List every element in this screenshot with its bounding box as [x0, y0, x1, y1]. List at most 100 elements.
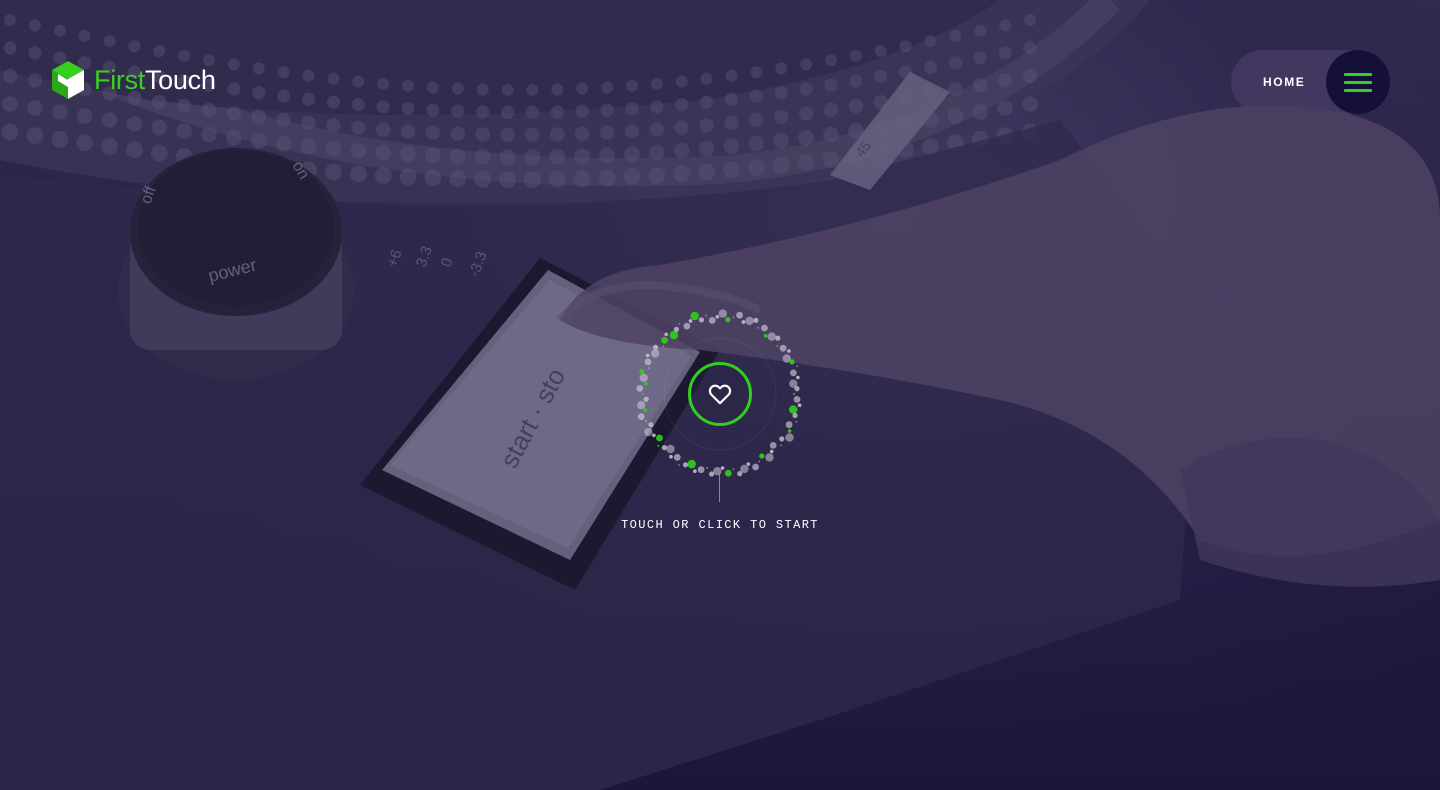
ring-particle	[690, 311, 699, 321]
ring-particle	[787, 349, 791, 353]
ring-particle	[682, 462, 689, 468]
strobe-dot	[51, 130, 69, 148]
ring-particle	[746, 462, 751, 466]
strobe-dot	[226, 130, 242, 146]
strobe-dot	[749, 112, 764, 128]
strobe-dot	[699, 118, 714, 133]
strobe-dot	[825, 54, 837, 67]
strobe-dot	[325, 140, 342, 157]
brand-logo[interactable]: FirstTouch	[50, 60, 216, 100]
strobe-dot	[28, 19, 41, 32]
ring-particle	[779, 344, 787, 352]
ring-particle	[753, 317, 759, 323]
strobe-dot	[276, 112, 291, 128]
ring-particle	[643, 408, 648, 412]
ring-particle	[796, 365, 799, 367]
strobe-dot	[997, 73, 1013, 88]
strobe-dot	[973, 51, 987, 65]
nav-home-link[interactable]: HOME	[1263, 50, 1305, 114]
ring-particle	[745, 316, 754, 326]
strobe-dot	[475, 127, 490, 142]
ring-particle	[652, 433, 656, 438]
strobe-dot	[724, 115, 739, 130]
strobe-dot	[227, 82, 241, 96]
strobe-dot	[698, 140, 715, 157]
strobe-dot	[351, 120, 366, 135]
ring-particle	[678, 322, 681, 325]
ring-particle	[664, 332, 668, 337]
strobe-dot	[176, 123, 192, 139]
strobe-dot	[451, 82, 464, 95]
hamburger-menu-icon-bar	[1344, 80, 1372, 84]
strobe-dot	[425, 125, 441, 140]
strobe-dot	[573, 170, 591, 188]
strobe-dot	[550, 127, 565, 142]
cube-logo-icon	[52, 61, 84, 99]
ring-particle	[688, 319, 693, 323]
heart-icon	[708, 384, 732, 405]
strobe-dot	[822, 151, 840, 168]
ring-particle	[789, 359, 795, 365]
ring-particle	[792, 412, 798, 419]
brand-wordmark: FirstTouch	[94, 60, 216, 100]
strobe-dot	[3, 41, 17, 55]
strobe-dot	[153, 45, 166, 58]
cta-connector-line	[719, 474, 720, 502]
strobe-dot	[426, 81, 439, 94]
strobe-dot	[673, 165, 691, 183]
strobe-dot	[227, 58, 240, 71]
strobe-dot	[500, 127, 515, 142]
ring-particle	[769, 442, 777, 449]
strobe-dot	[301, 92, 316, 106]
ring-particle	[720, 466, 725, 470]
ring-particle	[669, 330, 679, 340]
strobe-dot	[375, 144, 392, 161]
ring-particle	[636, 385, 644, 392]
strobe-dot	[799, 82, 813, 96]
strobe-dot	[450, 148, 466, 164]
strobe-dot	[251, 109, 266, 125]
strobe-dot	[526, 83, 539, 96]
strobe-dot	[374, 167, 392, 184]
strobe-dot	[601, 81, 614, 94]
strobe-dot	[103, 35, 116, 48]
strobe-dot	[76, 108, 93, 124]
start-button[interactable]	[688, 362, 752, 426]
ring-particle	[767, 332, 776, 341]
strobe-dot	[548, 170, 566, 188]
strobe-dot	[474, 149, 491, 165]
strobe-dot	[126, 116, 143, 132]
strobe-dot	[648, 167, 666, 184]
strobe-dot	[1022, 96, 1038, 112]
ring-particle	[666, 444, 675, 454]
strobe-dot	[525, 127, 540, 142]
strobe-dot	[1, 123, 19, 141]
strobe-dot	[27, 73, 43, 88]
ring-particle	[673, 453, 681, 461]
strobe-dot	[947, 108, 964, 124]
strobe-dot	[749, 89, 763, 103]
strobe-dot	[426, 103, 440, 117]
strobe-dot	[800, 58, 813, 71]
strobe-dot	[1022, 68, 1038, 84]
strobe-dot	[624, 146, 640, 162]
strobe-dot	[78, 29, 91, 42]
strobe-dot	[326, 118, 341, 133]
strobe-dot	[724, 92, 739, 106]
strobe-dot	[525, 105, 540, 119]
strobe-dot	[575, 104, 589, 118]
strobe-dot	[774, 109, 789, 125]
ring-particle	[637, 400, 646, 410]
ring-particle	[757, 326, 760, 329]
ring-particle	[796, 375, 800, 380]
strobe-dot	[275, 135, 292, 152]
ring-particle	[752, 463, 759, 471]
strobe-dot	[2, 68, 18, 84]
strobe-dot	[450, 126, 465, 141]
menu-button[interactable]	[1326, 50, 1390, 114]
strobe-dot	[674, 120, 689, 135]
strobe-dot	[874, 70, 888, 84]
strobe-dot	[797, 153, 815, 171]
ring-particle	[693, 469, 697, 473]
strobe-dot	[252, 86, 266, 100]
